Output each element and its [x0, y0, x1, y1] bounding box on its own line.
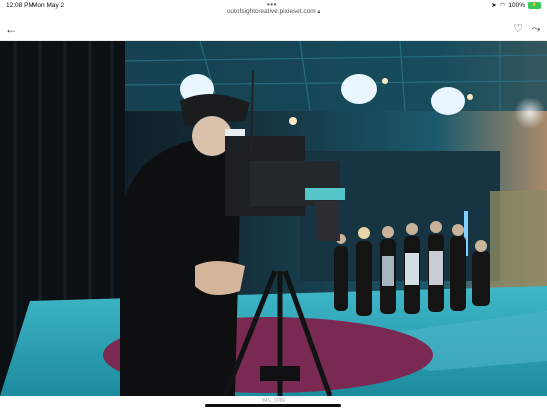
home-indicator[interactable] [205, 404, 341, 407]
share-button[interactable]: ⤳ [529, 22, 543, 36]
studio-photo-illustration [0, 41, 547, 396]
gallery-toolbar: ← ♡ ⤳ [0, 18, 547, 41]
favorite-button[interactable]: ♡ [511, 22, 525, 36]
url-bar[interactable]: outofsightcreative.pixieset.com 🔒︎ [0, 8, 547, 18]
heart-icon: ♡ [513, 23, 523, 35]
url-text[interactable]: outofsightcreative.pixieset.com [227, 8, 316, 15]
gallery-photo[interactable] [0, 41, 547, 396]
share-icon: ⤳ [531, 23, 541, 35]
lock-icon: 🔒︎ [317, 9, 321, 15]
arrow-left-icon: ← [5, 22, 17, 36]
back-button[interactable]: ← [4, 22, 18, 36]
